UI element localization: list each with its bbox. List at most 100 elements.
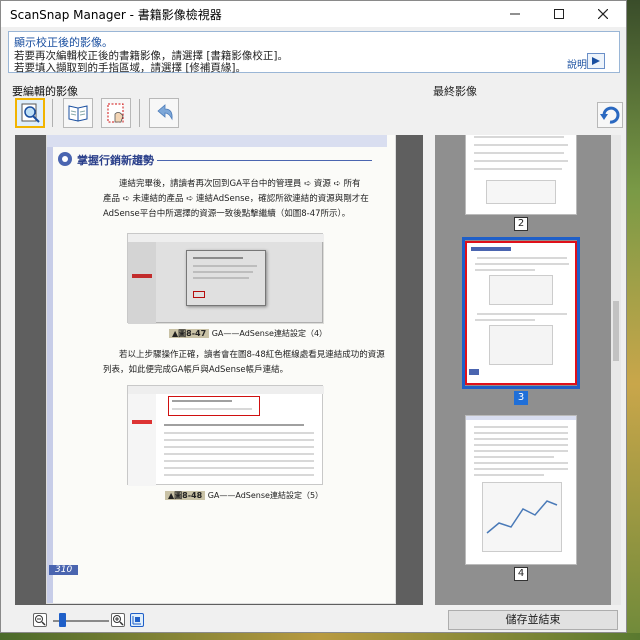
fig-sidebar-active: [132, 420, 152, 424]
save-and-exit-button[interactable]: 儲存並結束: [448, 610, 618, 630]
thumbnail-page-selected[interactable]: [465, 241, 577, 385]
thumb-figure: [489, 325, 553, 365]
finger-fill-icon: [107, 103, 124, 123]
minimize-icon: [510, 13, 520, 15]
fig-line: [164, 424, 304, 426]
thumb-line: [474, 450, 568, 452]
page-heading: 掌握行銷新趨勢: [77, 154, 154, 167]
open-book-icon: [68, 105, 88, 122]
thumbnail-number[interactable]: 4: [514, 567, 528, 581]
thumb-line: [474, 456, 554, 458]
title-bar: ScanSnap Manager - 書籍影像檢視器: [1, 1, 626, 27]
fig-line: [164, 446, 314, 448]
thumb-line: [475, 319, 535, 321]
info-line-2: 若要填入擷取到的手指區域，請選擇 [修補頁緣]。: [14, 62, 247, 74]
fig-line: [172, 400, 232, 402]
zoom-in-icon: [113, 615, 124, 626]
edit-image-label: 要編輯的影像: [12, 85, 78, 98]
figure-8-48-caption: ▲圖8-48 GA——AdSense連結設定（5）: [165, 490, 323, 501]
zoom-slider-knob[interactable]: [59, 613, 66, 627]
window-title: ScanSnap Manager - 書籍影像檢視器: [10, 8, 222, 22]
thumb-line: [477, 313, 567, 315]
thumb-line: [477, 257, 567, 259]
thumb-line: [474, 160, 568, 162]
rotate-button[interactable]: [597, 102, 623, 128]
final-image-thumbnail-list[interactable]: 2 3 4: [435, 135, 611, 605]
book-view-tool-button[interactable]: [63, 98, 93, 128]
rotate-icon: [600, 106, 620, 124]
fig-line: [164, 474, 314, 476]
thumb-band: [466, 416, 576, 420]
figure-8-48-screenshot: [127, 385, 324, 486]
book-image-viewer-window: ScanSnap Manager - 書籍影像檢視器 顯示校正後的影像。 若要再…: [0, 0, 627, 633]
zoom-out-button[interactable]: [33, 613, 47, 627]
paragraph-2-line-1: 若以上步驟操作正確，讀者會在圖8-48紅色框線處看見連結成功的資源: [119, 350, 385, 360]
final-image-label: 最終影像: [433, 85, 477, 98]
page-top-band: [47, 135, 387, 147]
fig-line: [164, 467, 314, 469]
thumb-line: [474, 438, 568, 440]
figure-8-47-number: ▲圖8-47: [169, 329, 210, 338]
undo-button[interactable]: [149, 98, 179, 128]
thumbnail-page[interactable]: [465, 135, 577, 215]
figure-8-47-screenshot: [127, 233, 324, 324]
book-correction-tool-button[interactable]: [15, 98, 45, 128]
paragraph-2-line-2: 列表，如此便完成GA帳戶與AdSense帳戶連結。: [103, 365, 289, 375]
thumbnail-number-selected[interactable]: 3: [514, 391, 528, 405]
help-button[interactable]: [587, 53, 605, 69]
minimize-button[interactable]: [493, 1, 537, 27]
fig-sidebar: [128, 394, 156, 486]
paragraph-1-line-2: 產品 ➪ 未連結的產品 ➪ 連結AdSense，確認所欲連結的資源與剛才在: [103, 194, 369, 204]
thumb-figure: [482, 482, 562, 552]
thumb-line: [474, 152, 564, 154]
thumb-line: [474, 432, 568, 434]
thumb-page-number: [469, 369, 479, 375]
fit-page-button[interactable]: [130, 613, 144, 627]
desktop-background: [627, 0, 640, 640]
book-page-image: 掌握行銷新趨勢 連結完畢後，請讀者再次回到GA平台中的管理員 ➪ 資源 ➪ 所有…: [47, 135, 395, 603]
thumbnail-page[interactable]: [465, 415, 577, 565]
help-label[interactable]: 說明: [567, 56, 587, 71]
undo-icon: [157, 104, 173, 121]
figure-8-48-number: ▲圖8-48: [165, 491, 206, 500]
zoom-in-button[interactable]: [111, 613, 125, 627]
page-side-band: [47, 135, 53, 603]
paragraph-1-line-1: 連結完畢後，請讀者再次回到GA平台中的管理員 ➪ 資源 ➪ 所有: [119, 179, 361, 189]
thumbnail-scrollbar[interactable]: [611, 135, 621, 605]
fig-toolbar: [128, 386, 324, 394]
figure-8-47-title: GA——AdSense連結設定（4）: [211, 329, 328, 338]
fig-line: [164, 453, 314, 455]
help-arrow-icon: [592, 57, 600, 65]
thumb-line: [475, 269, 535, 271]
thumb-figure: [489, 275, 553, 305]
thumb-chart-graphic: [486, 500, 558, 534]
fig-line: [164, 460, 314, 462]
maximize-button[interactable]: [537, 1, 581, 27]
thumb-line: [474, 168, 562, 170]
thumbnail-number[interactable]: 2: [514, 217, 528, 231]
thumb-line: [475, 263, 569, 265]
fig-toolbar: [128, 234, 324, 242]
thumb-line: [474, 462, 568, 464]
heading-rule: [157, 160, 372, 161]
thumb-line: [474, 468, 568, 470]
thumbnail-scrollbar-thumb[interactable]: [613, 301, 619, 361]
fig-line: [172, 408, 252, 410]
thumb-line: [474, 426, 568, 428]
info-box: 顯示校正後的影像。 若要再次編輯校正後的書籍影像，請選擇 [書籍影像校正]。 若…: [8, 31, 620, 74]
paragraph-1-line-3: AdSense平台中所選擇的資源一致後點擊繼續（如圖8-47所示）。: [103, 209, 351, 219]
thumb-line: [474, 474, 544, 476]
edit-image-viewer[interactable]: 掌握行銷新趨勢 連結完畢後，請讀者再次回到GA平台中的管理員 ➪ 資源 ➪ 所有…: [15, 135, 423, 605]
close-button[interactable]: [581, 1, 625, 27]
fig-line: [164, 432, 314, 434]
figure-8-47-caption: ▲圖8-47 GA——AdSense連結設定（4）: [169, 328, 327, 339]
zoom-out-icon: [35, 615, 46, 626]
thumb-figure: [486, 180, 556, 204]
fig-overlay: [128, 242, 324, 324]
thumb-line: [474, 136, 564, 138]
close-icon: [598, 9, 608, 19]
thumb-line: [474, 444, 568, 446]
fig-red-frame: [168, 396, 260, 416]
toolbar-separator-2: [139, 99, 140, 127]
finger-fill-tool-button[interactable]: [101, 98, 131, 128]
